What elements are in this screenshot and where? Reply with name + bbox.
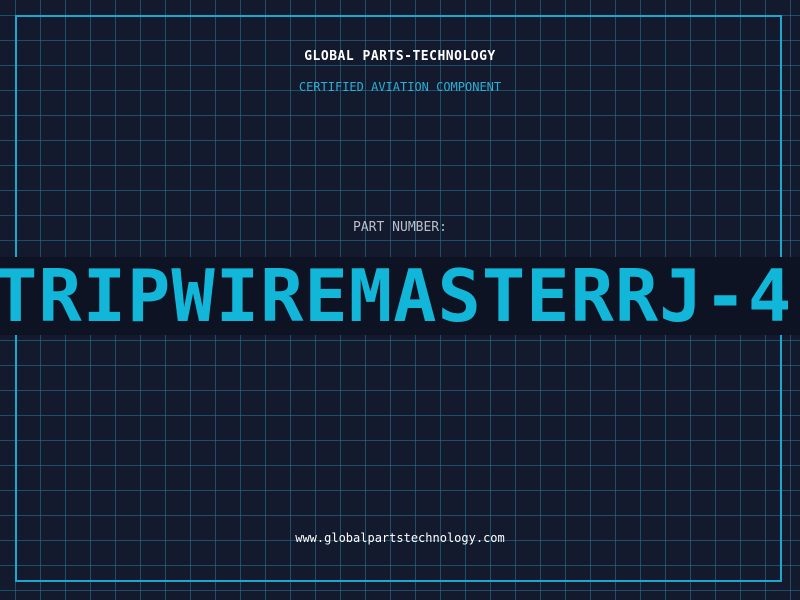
website-url: www.globalpartstechnology.com bbox=[295, 531, 505, 545]
part-number-value: TRIPWIREMASTERRJ-4 bbox=[0, 254, 793, 338]
company-name: GLOBAL PARTS-TECHNOLOGY bbox=[304, 49, 496, 64]
certification-tagline: CERTIFIED AVIATION COMPONENT bbox=[298, 80, 502, 94]
part-number-label: PART NUMBER: bbox=[353, 220, 447, 235]
